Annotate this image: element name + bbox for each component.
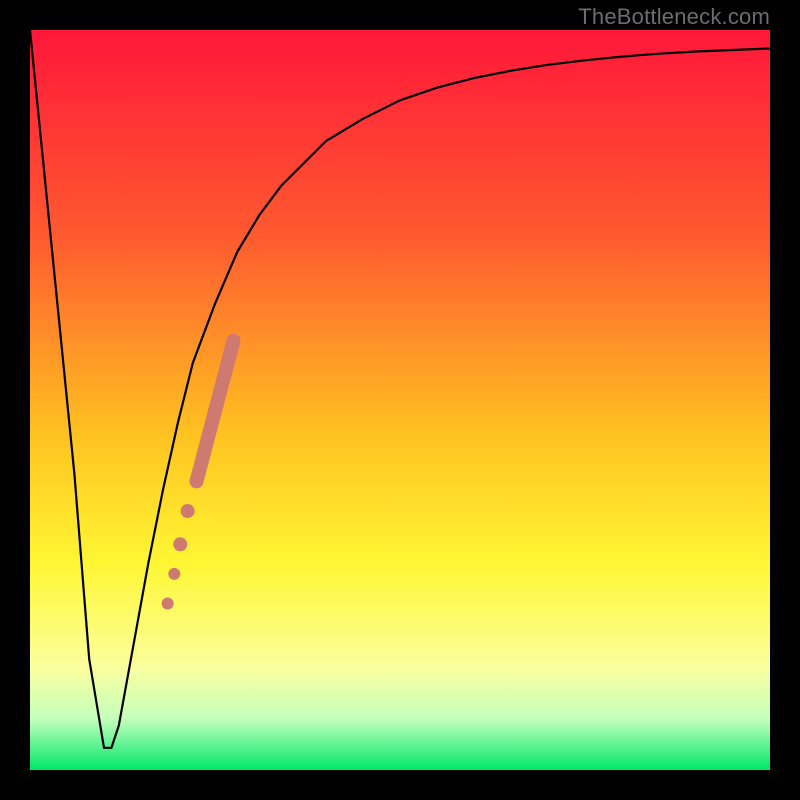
gradient-background bbox=[30, 30, 770, 770]
marker-dot bbox=[162, 598, 174, 610]
marker-dot bbox=[181, 504, 195, 518]
plot-area bbox=[30, 30, 770, 770]
plot-svg bbox=[30, 30, 770, 770]
chart-frame: TheBottleneck.com bbox=[0, 0, 800, 800]
watermark-text: TheBottleneck.com bbox=[578, 4, 770, 30]
marker-dot bbox=[168, 568, 180, 580]
marker-dot bbox=[173, 537, 187, 551]
